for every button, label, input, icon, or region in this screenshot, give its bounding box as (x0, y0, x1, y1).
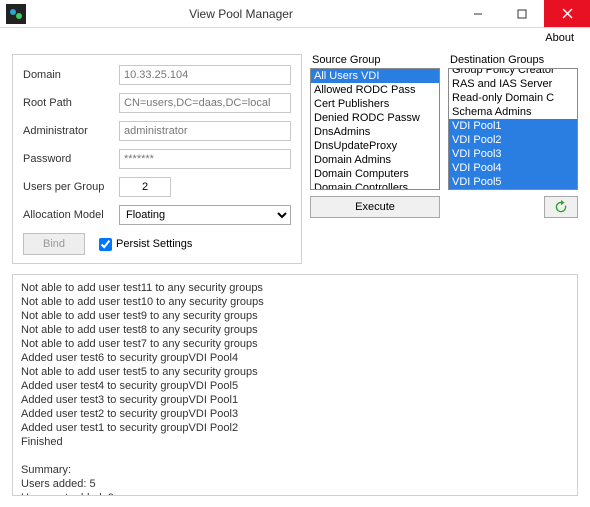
source-group-column: Source Group All Users VDIAllowed RODC P… (310, 54, 440, 264)
users-per-group-input[interactable] (119, 177, 171, 197)
top-area: Domain Root Path Administrator Password … (12, 54, 578, 264)
menu-about[interactable]: About (541, 30, 578, 46)
list-item[interactable]: Allowed RODC Pass (311, 83, 439, 97)
menubar: About (0, 28, 590, 48)
connection-form: Domain Root Path Administrator Password … (12, 54, 302, 264)
list-item[interactable]: VDI Pool1 (449, 119, 577, 133)
persist-checkbox-input[interactable] (99, 238, 112, 251)
window-controls (456, 0, 590, 27)
list-item[interactable]: RAS and IAS Server (449, 77, 577, 91)
list-item[interactable]: Cert Publishers (311, 97, 439, 111)
allocation-model-select[interactable]: Floating (119, 205, 291, 225)
list-item[interactable]: DnsAdmins (311, 125, 439, 139)
persist-settings-checkbox[interactable]: Persist Settings (99, 238, 192, 251)
titlebar: View Pool Manager (0, 0, 590, 28)
source-group-label: Source Group (310, 54, 440, 66)
list-item[interactable]: VDI Pool4 (449, 161, 577, 175)
minimize-button[interactable] (456, 0, 500, 27)
list-item[interactable]: Schema Admins (449, 105, 577, 119)
list-item[interactable]: Domain Computers (311, 167, 439, 181)
destination-groups-label: Destination Groups (448, 54, 578, 66)
list-item[interactable]: Domain Admins (311, 153, 439, 167)
label-allocation-model: Allocation Model (23, 209, 119, 221)
destination-groups-listbox[interactable]: Domain UsersEnterprise AdminsEnterprise … (448, 68, 578, 190)
execute-button[interactable]: Execute (310, 196, 440, 218)
list-item[interactable]: All Users VDI (311, 69, 439, 83)
list-item[interactable]: VDI Pool3 (449, 147, 577, 161)
close-button[interactable] (544, 0, 590, 27)
refresh-button[interactable] (544, 196, 578, 218)
password-input[interactable] (119, 149, 291, 169)
list-item[interactable]: VDI Pool5 (449, 175, 577, 189)
bind-button[interactable]: Bind (23, 233, 85, 255)
administrator-input[interactable] (119, 121, 291, 141)
destination-groups-column: Destination Groups Domain UsersEnterpris… (448, 54, 578, 264)
refresh-icon (554, 200, 568, 214)
app-icon (6, 4, 26, 24)
persist-label: Persist Settings (116, 238, 192, 250)
content-area: Domain Root Path Administrator Password … (0, 48, 590, 506)
domain-input[interactable] (119, 65, 291, 85)
label-users-per-group: Users per Group (23, 181, 119, 193)
list-item[interactable]: Domain Controllers (311, 181, 439, 190)
list-item[interactable]: Read-only Domain C (449, 91, 577, 105)
label-administrator: Administrator (23, 125, 119, 137)
label-password: Password (23, 153, 119, 165)
list-item[interactable]: Denied RODC Passw (311, 111, 439, 125)
output-log[interactable]: Not able to add user test11 to any secur… (12, 274, 578, 496)
label-root-path: Root Path (23, 97, 119, 109)
list-item[interactable]: DnsUpdateProxy (311, 139, 439, 153)
label-domain: Domain (23, 69, 119, 81)
list-item[interactable]: Group Policy Creator (449, 68, 577, 77)
window-title: View Pool Manager (26, 7, 456, 21)
maximize-button[interactable] (500, 0, 544, 27)
root-path-input[interactable] (119, 93, 291, 113)
group-lists: Source Group All Users VDIAllowed RODC P… (310, 54, 578, 264)
source-group-listbox[interactable]: All Users VDIAllowed RODC PassCert Publi… (310, 68, 440, 190)
list-item[interactable]: VDI Pool2 (449, 133, 577, 147)
